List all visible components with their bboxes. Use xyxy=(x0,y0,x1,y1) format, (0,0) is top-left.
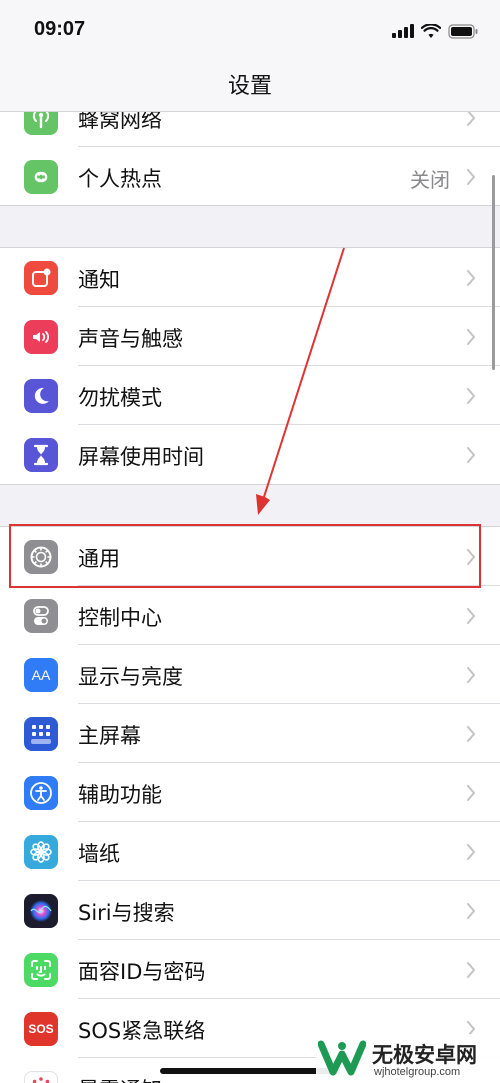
row-label: 主屏幕 xyxy=(78,724,141,748)
row-label: 墙纸 xyxy=(78,842,120,866)
watermark-logo-icon xyxy=(318,1040,366,1076)
sos-icon: SOS xyxy=(24,1012,58,1046)
exposure-icon xyxy=(24,1071,58,1083)
chevron-right-icon xyxy=(467,549,475,565)
row-personal-hotspot[interactable]: 个人热点 关闭 xyxy=(0,147,500,206)
status-time: 09:07 xyxy=(34,18,86,40)
nav-bar: 设置 xyxy=(0,58,500,112)
scrollbar[interactable] xyxy=(492,175,495,370)
row-label: 暴露通知 xyxy=(78,1074,162,1083)
row-accessibility[interactable]: 辅助功能 xyxy=(0,763,500,822)
chevron-right-icon xyxy=(467,388,475,404)
row-label: 辅助功能 xyxy=(78,783,162,807)
watermark-url: wjhotelgroup.com xyxy=(374,1066,461,1078)
row-siri-search[interactable]: Siri与搜索 xyxy=(0,881,500,940)
watermark: 无极安卓网 wjhotelgroup.com xyxy=(316,1034,500,1083)
chevron-right-icon xyxy=(467,962,475,978)
cellular-signal-icon xyxy=(392,24,414,38)
chevron-right-icon xyxy=(467,903,475,919)
chevron-right-icon xyxy=(467,270,475,286)
chevron-right-icon xyxy=(467,329,475,345)
row-label: 个人热点 xyxy=(78,167,162,191)
wifi-icon xyxy=(421,23,441,38)
row-label: 勿扰模式 xyxy=(78,386,162,410)
row-wallpaper[interactable]: 墙纸 xyxy=(0,822,500,881)
row-label: 声音与触感 xyxy=(78,327,183,351)
row-label: 控制中心 xyxy=(78,606,162,630)
accessibility-icon xyxy=(24,776,58,810)
chevron-right-icon xyxy=(467,110,475,126)
row-label: SOS紧急联络 xyxy=(78,1019,206,1043)
hotspot-status: 关闭 xyxy=(410,168,450,192)
row-notifications[interactable]: 通知 xyxy=(0,248,500,307)
row-general[interactable]: 通用 xyxy=(0,527,500,586)
home-grid-icon xyxy=(24,717,58,751)
wallpaper-flower-icon xyxy=(24,835,58,869)
row-label: 面容ID与密码 xyxy=(78,960,206,984)
gear-icon xyxy=(24,540,58,574)
row-home-screen[interactable]: 主屏幕 xyxy=(0,704,500,763)
row-face-id-passcode[interactable]: 面容ID与密码 xyxy=(0,940,500,999)
chevron-right-icon xyxy=(467,726,475,742)
row-label: 显示与亮度 xyxy=(78,665,183,689)
face-id-icon xyxy=(24,953,58,987)
svg-text:AA: AA xyxy=(32,667,51,683)
hotspot-icon xyxy=(24,160,58,194)
page-title: 设置 xyxy=(227,74,272,99)
chevron-right-icon xyxy=(467,169,475,185)
chevron-right-icon xyxy=(467,785,475,801)
row-label: 通用 xyxy=(78,547,120,571)
status-icons xyxy=(392,22,478,40)
notifications-icon xyxy=(24,261,58,295)
row-do-not-disturb[interactable]: 勿扰模式 xyxy=(0,366,500,425)
chevron-right-icon xyxy=(467,667,475,683)
battery-icon xyxy=(448,23,478,39)
toggles-icon xyxy=(24,599,58,633)
siri-icon xyxy=(24,894,58,928)
moon-icon xyxy=(24,379,58,413)
status-bar: 09:07 xyxy=(0,0,500,58)
row-screen-time[interactable]: 屏幕使用时间 xyxy=(0,425,500,484)
chevron-right-icon xyxy=(467,447,475,463)
watermark-name: 无极安卓网 xyxy=(372,1043,477,1067)
row-label: Siri与搜索 xyxy=(78,901,175,925)
display-aa-icon: AA xyxy=(24,658,58,692)
home-indicator[interactable] xyxy=(160,1068,340,1074)
row-control-center[interactable]: 控制中心 xyxy=(0,586,500,645)
chevron-right-icon xyxy=(467,608,475,624)
row-label: 通知 xyxy=(78,268,120,292)
row-display-brightness[interactable]: AA 显示与亮度 xyxy=(0,645,500,704)
sound-icon xyxy=(24,320,58,354)
sos-icon-text: SOS xyxy=(28,1022,54,1036)
chevron-right-icon xyxy=(467,844,475,860)
row-label: 屏幕使用时间 xyxy=(78,445,204,469)
hourglass-icon xyxy=(24,438,58,472)
row-sounds-haptics[interactable]: 声音与触感 xyxy=(0,307,500,366)
